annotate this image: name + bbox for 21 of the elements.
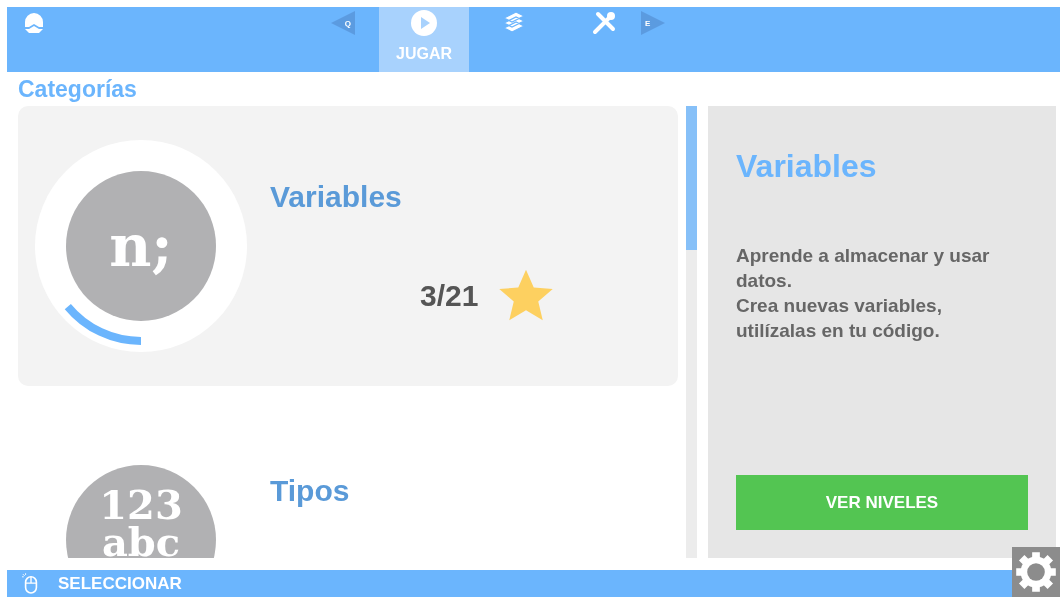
previous-key-hint[interactable]: Q (331, 11, 355, 35)
avatar-icon[interactable] (23, 12, 45, 34)
scrollbar[interactable] (686, 106, 697, 558)
tools-icon (590, 9, 618, 37)
view-levels-button[interactable]: VER NIVELES (736, 475, 1028, 530)
section-heading: Categorías (17, 75, 138, 104)
details-title: Variables (736, 148, 878, 185)
next-key-hint[interactable]: E (641, 11, 665, 35)
description-text: Crea nuevas variables, utilízalas en tu código. (736, 294, 943, 343)
category-title: Variables (270, 180, 403, 214)
select-hint: SELECCIONAR (58, 574, 182, 594)
category-icon: 123 abc (66, 465, 216, 558)
category-title: Tipos (270, 474, 351, 508)
category-card[interactable]: n; Variables 3/21 (18, 106, 678, 386)
mouse-icon (22, 573, 40, 595)
settings-icon (1014, 550, 1058, 594)
settings-button[interactable] (1012, 547, 1060, 597)
description-text: Aprende a almacenar y usar datos. (736, 244, 991, 293)
play-icon (410, 9, 438, 37)
play-tab[interactable]: JUGAR (379, 7, 469, 72)
progress-count: 3/21 (420, 279, 479, 313)
